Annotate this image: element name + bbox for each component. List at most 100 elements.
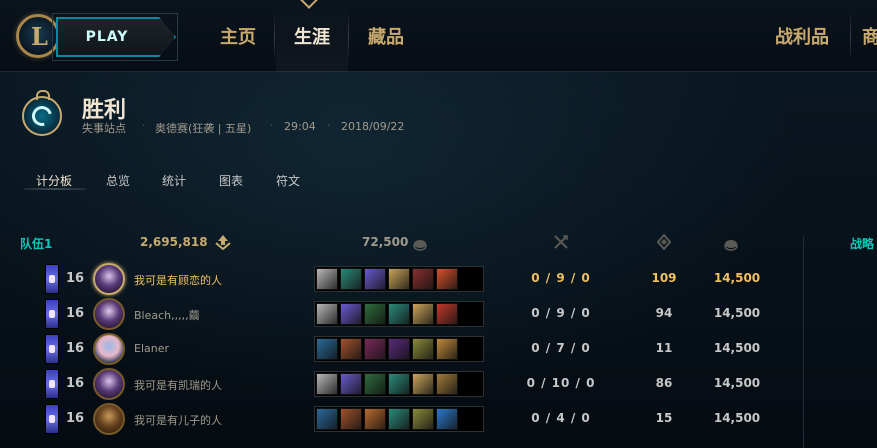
champion-portrait-icon[interactable]	[93, 403, 125, 435]
summoner-spell-icon	[45, 334, 59, 364]
item-icon[interactable]	[412, 373, 434, 395]
top-navigation: L PLAY 主页 生涯 藏品 战利品 商	[0, 0, 877, 72]
player-row[interactable]: 16 我可是有儿子的人 0 / 4 / 0 15 14,500	[0, 402, 800, 436]
item-icon[interactable]	[340, 268, 362, 290]
nav-collection[interactable]: 藏品	[358, 0, 414, 72]
gold-earned-value: 14,500	[713, 411, 761, 425]
play-button[interactable]: PLAY	[56, 17, 176, 57]
kda-value: 0 / 4 / 0	[531, 411, 591, 425]
team-gold-total: 72,500	[362, 235, 409, 249]
minions-killed-value: 86	[655, 376, 673, 390]
minions-killed-value: 11	[655, 341, 673, 355]
player-row[interactable]: 16 我可是有凯瑞的人 0 / 10 / 0 86 14,500	[0, 367, 800, 401]
champion-portrait-icon[interactable]	[93, 368, 125, 400]
champion-portrait-icon[interactable]	[93, 263, 125, 295]
item-icon[interactable]	[316, 338, 338, 360]
tab-graphs[interactable]: 图表	[219, 172, 243, 189]
item-icon[interactable]	[364, 408, 386, 430]
minions-icon	[656, 233, 672, 254]
item-icon[interactable]	[388, 373, 410, 395]
victory-icon-emblem	[28, 102, 56, 130]
kda-value: 0 / 7 / 0	[531, 341, 591, 355]
item-icon[interactable]	[340, 338, 362, 360]
play-button-label: PLAY	[85, 29, 129, 45]
item-icon[interactable]	[412, 408, 434, 430]
champion-level: 16	[66, 306, 85, 321]
item-icon[interactable]	[340, 373, 362, 395]
item-slots	[314, 336, 484, 362]
item-icon[interactable]	[316, 373, 338, 395]
summoner-spell-icon	[45, 369, 59, 399]
champion-portrait-icon[interactable]	[93, 298, 125, 330]
item-icon[interactable]	[388, 268, 410, 290]
summoner-name[interactable]: Bleach,,,,,繭	[134, 307, 200, 323]
player-row[interactable]: 16 我可是有顾恋的人 0 / 9 / 0 109 14,500	[0, 262, 800, 296]
item-icon[interactable]	[412, 268, 434, 290]
item-icon[interactable]	[412, 338, 434, 360]
player-row[interactable]: 16 Elaner 0 / 7 / 0 11 14,500	[0, 332, 800, 366]
player-row[interactable]: 16 Bleach,,,,,繭 0 / 9 / 0 94 14,500	[0, 297, 800, 331]
tab-overview[interactable]: 总览	[106, 172, 130, 189]
item-icon[interactable]	[340, 303, 362, 325]
nav-store-label: 商	[862, 27, 877, 48]
item-icon[interactable]	[316, 303, 338, 325]
item-icon[interactable]	[412, 303, 434, 325]
item-icon[interactable]	[388, 303, 410, 325]
item-icon[interactable]	[316, 268, 338, 290]
champion-level: 16	[66, 411, 85, 426]
summoner-name[interactable]: 我可是有顾恋的人	[134, 272, 222, 288]
item-icon[interactable]	[436, 268, 458, 290]
nav-divider	[850, 10, 851, 62]
item-icon[interactable]	[364, 303, 386, 325]
item-icon[interactable]	[436, 373, 458, 395]
summoner-name[interactable]: 我可是有儿子的人	[134, 412, 222, 428]
team-damage-total: 2,695,818	[140, 235, 208, 249]
item-icon[interactable]	[364, 338, 386, 360]
item-icon[interactable]	[364, 373, 386, 395]
kda-value: 0 / 9 / 0	[531, 271, 591, 285]
item-icon[interactable]	[364, 268, 386, 290]
meta-separator: ·	[327, 119, 331, 132]
item-icon[interactable]	[388, 408, 410, 430]
nav-loot-label: 战利品	[775, 27, 829, 48]
champion-level: 16	[66, 341, 85, 356]
champion-level: 16	[66, 271, 85, 286]
nav-loot[interactable]: 战利品	[766, 0, 838, 72]
item-icon[interactable]	[388, 338, 410, 360]
item-slots	[314, 406, 484, 432]
champion-portrait-icon[interactable]	[93, 333, 125, 365]
tab-stats[interactable]: 统计	[162, 172, 186, 189]
summoner-spell-icon	[45, 264, 59, 294]
item-icon[interactable]	[340, 408, 362, 430]
champion-level: 16	[66, 376, 85, 391]
minions-killed-value: 15	[655, 411, 673, 425]
match-date: 2018/09/22	[341, 120, 405, 133]
tab-scoreboard[interactable]: 计分板	[36, 172, 72, 189]
nav-store[interactable]: 商	[862, 0, 877, 72]
column-divider	[803, 236, 804, 448]
summoner-spell-icon	[45, 404, 59, 434]
item-slots	[314, 371, 484, 397]
item-icon[interactable]	[436, 338, 458, 360]
nav-profile[interactable]: 生涯	[276, 0, 348, 72]
summoner-spell-icon	[45, 299, 59, 329]
item-icon[interactable]	[436, 408, 458, 430]
nav-home[interactable]: 主页	[212, 0, 264, 72]
summoner-name[interactable]: Elaner	[134, 342, 169, 355]
active-tab-indicator	[24, 188, 86, 190]
kda-value: 0 / 10 / 0	[526, 376, 596, 390]
kda-crossed-swords-icon	[553, 234, 569, 254]
item-icon[interactable]	[436, 303, 458, 325]
nav-collection-label: 藏品	[368, 27, 404, 48]
tab-runes[interactable]: 符文	[276, 172, 300, 189]
nav-profile-label: 生涯	[294, 27, 330, 48]
summoner-name[interactable]: 我可是有凯瑞的人	[134, 377, 222, 393]
nav-home-label: 主页	[220, 27, 256, 48]
meta-separator: ·	[270, 119, 274, 132]
team-name: 队伍1	[20, 237, 53, 251]
item-slots	[314, 266, 484, 292]
item-icon[interactable]	[316, 408, 338, 430]
victory-icon	[22, 90, 62, 136]
strategy-panel-label[interactable]: 战略	[850, 235, 874, 252]
item-slots	[314, 301, 484, 327]
